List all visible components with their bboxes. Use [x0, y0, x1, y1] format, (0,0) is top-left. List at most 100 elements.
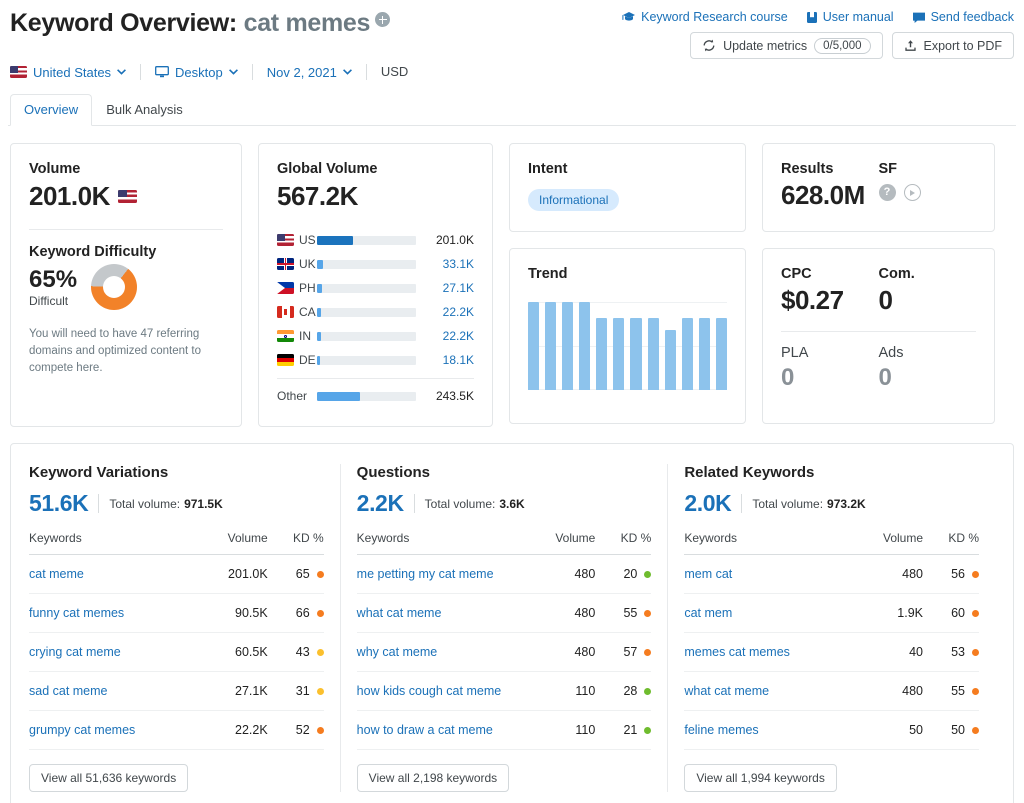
kd-dot — [317, 649, 324, 656]
send-feedback-link[interactable]: Send feedback — [912, 10, 1014, 24]
question-mark-icon[interactable]: ? — [879, 184, 896, 201]
keyword-link[interactable]: cat meme — [29, 567, 84, 581]
keyword-link[interactable]: what cat meme — [357, 606, 442, 620]
country-code: PH — [299, 281, 316, 295]
help-links: Keyword Research course User manual Send… — [622, 10, 1014, 24]
country-volume-value: 201.0K — [426, 233, 474, 247]
kd-value: 60 — [951, 606, 965, 620]
volume-cell: 201.0K — [196, 555, 268, 594]
table-row[interactable]: funny cat memes90.5K66 — [29, 594, 324, 633]
trend-bar — [682, 318, 693, 390]
country-selector[interactable]: United States — [10, 65, 140, 80]
table-row[interactable]: me petting my cat meme48020 — [357, 555, 652, 594]
kd-cell: 28 — [595, 672, 651, 711]
tab-bulk-analysis[interactable]: Bulk Analysis — [92, 94, 197, 126]
de-flag-icon — [277, 354, 294, 366]
table-row[interactable]: what cat meme48055 — [357, 594, 652, 633]
view-all-keyword-variations-button[interactable]: View all 51,636 keywords — [29, 764, 188, 792]
kd-dot — [644, 610, 651, 617]
keyword-link[interactable]: crying cat meme — [29, 645, 121, 659]
column-keywords[interactable]: Keywords — [29, 531, 196, 555]
kd-value: 53 — [951, 645, 965, 659]
country-row[interactable]: DE 18.1K — [277, 348, 474, 372]
trend-bar — [528, 302, 539, 390]
other-volume-value: 243.5K — [426, 389, 474, 403]
kd-value: 55 — [623, 606, 637, 620]
kd-cell: 21 — [595, 711, 651, 750]
country-row[interactable]: PH 27.1K — [277, 276, 474, 300]
divider — [277, 378, 474, 379]
keyword-link[interactable]: memes cat memes — [684, 645, 790, 659]
intent-badge[interactable]: Informational — [528, 189, 619, 211]
cpc-card: CPC $0.27 Com. 0 PLA 0 — [762, 248, 995, 424]
keyword-link[interactable]: sad cat meme — [29, 684, 108, 698]
keyword-link[interactable]: me petting my cat meme — [357, 567, 494, 581]
column-kd[interactable]: KD % — [268, 531, 324, 555]
results-label: Results — [781, 161, 879, 177]
column-volume[interactable]: Volume — [196, 531, 268, 555]
country-row[interactable]: CA 22.2K — [277, 300, 474, 324]
ca-flag-icon — [277, 306, 294, 318]
trend-bar — [579, 302, 590, 390]
keyword-link[interactable]: how kids cough cat meme — [357, 684, 502, 698]
date-label: Nov 2, 2021 — [267, 65, 337, 80]
country-row[interactable]: IN 22.2K — [277, 324, 474, 348]
column-kd[interactable]: KD % — [923, 531, 979, 555]
export-to-pdf-button[interactable]: Export to PDF — [892, 32, 1015, 59]
view-all-related-keywords-button[interactable]: View all 1,994 keywords — [684, 764, 837, 792]
table-header-row: Keywords Volume KD % — [357, 531, 652, 555]
date-selector[interactable]: Nov 2, 2021 — [253, 65, 366, 80]
table-row[interactable]: crying cat meme60.5K43 — [29, 633, 324, 672]
in-flag-icon — [277, 330, 294, 342]
column-volume[interactable]: Volume — [851, 531, 923, 555]
table-row[interactable]: grumpy cat memes22.2K52 — [29, 711, 324, 750]
device-selector[interactable]: Desktop — [141, 65, 252, 80]
table-row[interactable]: how kids cough cat meme11028 — [357, 672, 652, 711]
tab-overview[interactable]: Overview — [10, 94, 92, 126]
column-kd[interactable]: KD % — [595, 531, 651, 555]
keyword-link[interactable]: what cat meme — [684, 684, 769, 698]
kd-value: 56 — [951, 567, 965, 581]
update-metrics-button[interactable]: Update metrics 0/5,000 — [690, 32, 882, 59]
country-code: CA — [299, 305, 316, 319]
volume-label: Volume — [29, 161, 223, 177]
com-label: Com. — [879, 266, 977, 282]
total-volume-value: 971.5K — [184, 497, 223, 511]
table-row[interactable]: what cat meme48055 — [684, 672, 979, 711]
table-row[interactable]: sad cat meme27.1K31 — [29, 672, 324, 711]
column-volume[interactable]: Volume — [523, 531, 595, 555]
intent-trend-column: Intent Informational Trend — [509, 143, 746, 427]
keyword-link[interactable]: feline memes — [684, 723, 758, 737]
keyword-link[interactable]: cat mem — [684, 606, 732, 620]
plus-circle-icon[interactable] — [375, 12, 390, 27]
global-volume-country-list: US 201.0K UK 33.1K PH 27.1K — [277, 228, 474, 408]
trend-bar — [699, 318, 710, 390]
country-row[interactable]: US 201.0K — [277, 228, 474, 252]
keyword-tables-card: Keyword Variations 51.6K Total volume: 9… — [10, 443, 1014, 803]
table-row[interactable]: how to draw a cat meme11021 — [357, 711, 652, 750]
keyword-link[interactable]: why cat meme — [357, 645, 438, 659]
refresh-icon — [702, 39, 716, 52]
keyword-link[interactable]: grumpy cat memes — [29, 723, 135, 737]
table-row[interactable]: feline memes5050 — [684, 711, 979, 750]
table-row[interactable]: cat mem1.9K60 — [684, 594, 979, 633]
trend-bar — [630, 318, 641, 390]
keyword-link[interactable]: mem cat — [684, 567, 732, 581]
kd-cell: 31 — [268, 672, 324, 711]
keyword-link[interactable]: funny cat memes — [29, 606, 124, 620]
table-row[interactable]: why cat meme48057 — [357, 633, 652, 672]
country-code: IN — [299, 329, 311, 343]
user-manual-link[interactable]: User manual — [806, 10, 894, 24]
tab-overview-label: Overview — [24, 102, 78, 117]
table-row[interactable]: mem cat48056 — [684, 555, 979, 594]
keyword-research-course-link[interactable]: Keyword Research course — [622, 10, 788, 24]
keyword-link[interactable]: how to draw a cat meme — [357, 723, 493, 737]
country-row[interactable]: UK 33.1K — [277, 252, 474, 276]
view-all-questions-button[interactable]: View all 2,198 keywords — [357, 764, 510, 792]
play-icon[interactable] — [904, 184, 921, 201]
column-keywords[interactable]: Keywords — [684, 531, 851, 555]
kd-dot — [972, 727, 979, 734]
table-row[interactable]: memes cat memes4053 — [684, 633, 979, 672]
table-row[interactable]: cat meme201.0K65 — [29, 555, 324, 594]
column-keywords[interactable]: Keywords — [357, 531, 524, 555]
